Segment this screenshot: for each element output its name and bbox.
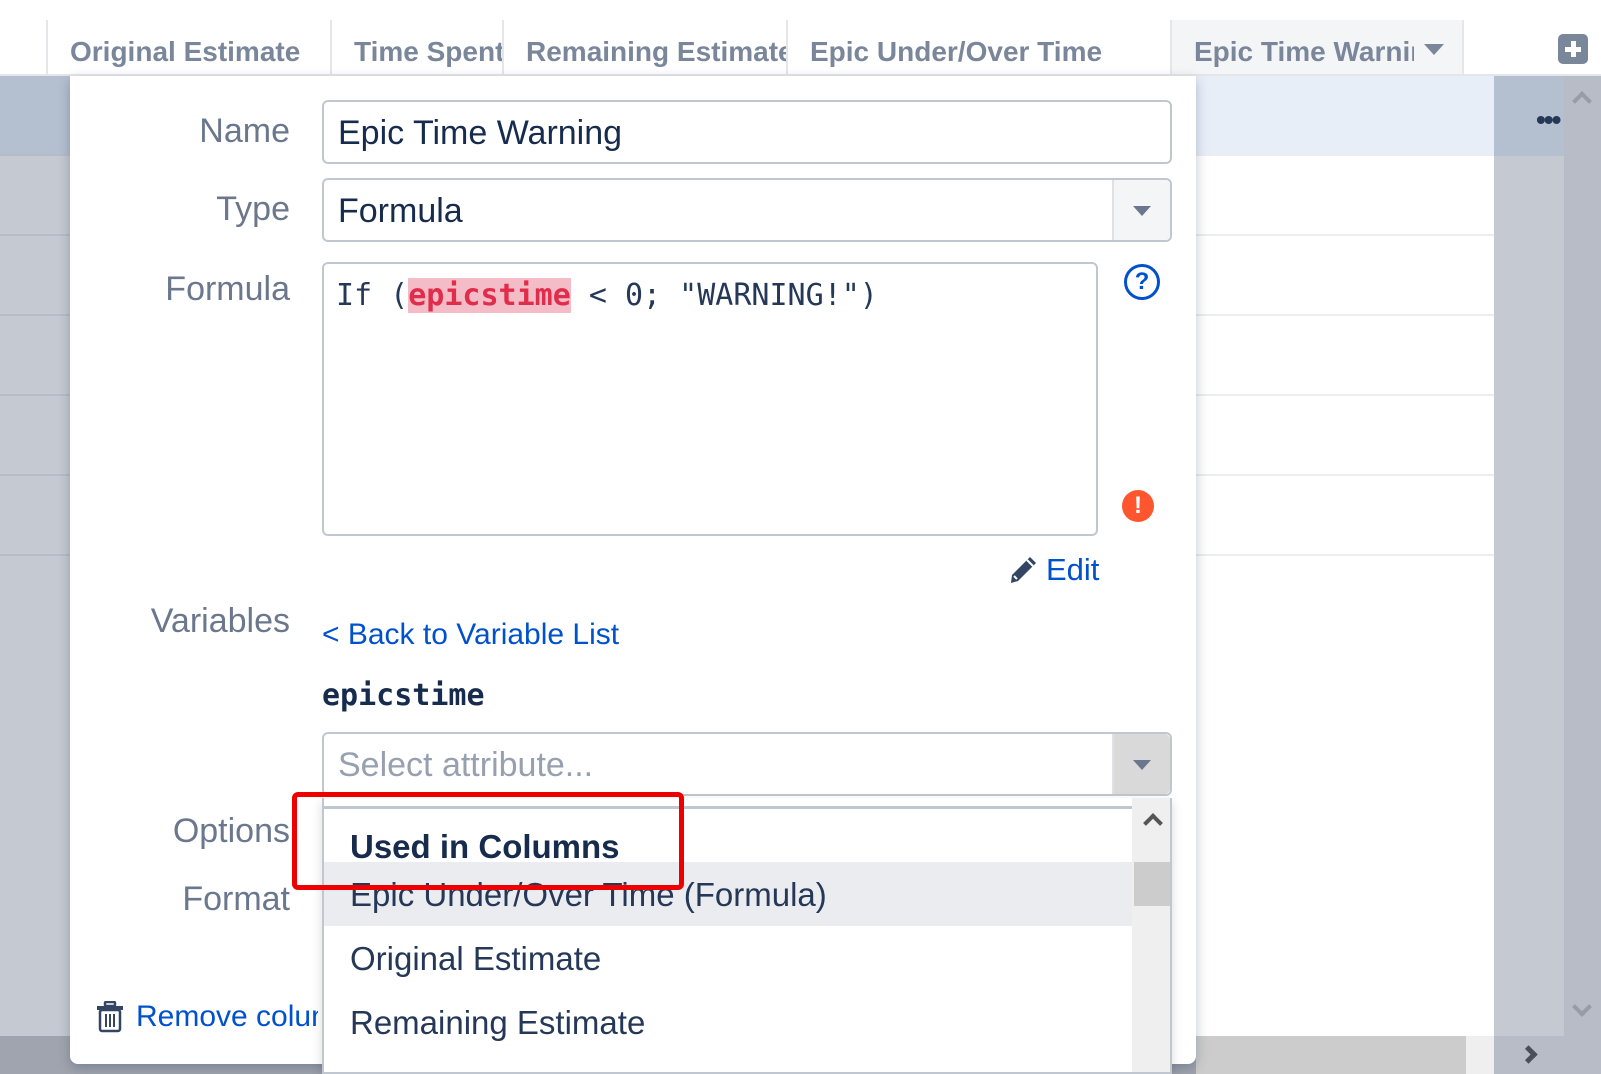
help-icon[interactable]: ? [1124,264,1160,300]
column-header-label: Epic Under/Over Time [810,36,1103,67]
chevron-down-icon[interactable] [1112,180,1170,240]
dropdown-scrollbar[interactable] [1132,798,1170,1072]
column-header-remaining-estimate[interactable]: Remaining Estimate [502,20,786,76]
table-cell[interactable] [1196,396,1494,476]
chevron-down-icon[interactable] [1572,997,1592,1017]
table-cell[interactable] [1196,156,1494,236]
chevron-right-icon [1519,1045,1538,1064]
column-header-label: Epic Time Warning [1194,36,1414,67]
column-header-row: Original Estimate Time Spent Remaining E… [0,0,1601,76]
more-actions-button[interactable]: ••• [1536,104,1561,136]
scroll-right-button[interactable] [1494,1036,1564,1074]
options-label: Options [172,812,290,850]
chevron-up-icon[interactable] [1572,91,1592,111]
column-header-epic-under-over-time[interactable]: Epic Under/Over Time [786,20,1170,76]
column-header-original-estimate[interactable]: Original Estimate [46,20,330,76]
type-select-value: Formula [338,192,463,230]
column-header-label: Time Spent [354,36,502,67]
edit-formula-link[interactable]: Edit [1008,552,1099,588]
remove-column-label: Remove column [136,1000,318,1033]
type-select[interactable]: Formula [322,178,1172,242]
pencil-icon [1011,557,1036,583]
variable-name: epicstime [322,678,485,713]
back-to-variable-list-link[interactable]: < Back to Variable List [322,618,619,652]
type-label: Type [216,190,290,228]
error-icon[interactable]: ! [1122,490,1154,522]
table-cell[interactable] [1196,556,1494,1036]
trash-icon [97,1001,123,1033]
column-header-epic-time-warning[interactable]: Epic Time Warning [1170,20,1464,76]
formula-text: If ( [336,278,409,313]
table-cell[interactable] [1196,236,1494,316]
remove-column-link[interactable]: Remove column [96,1000,318,1034]
formula-variable-token: epicstime [408,278,571,313]
column-header-label: Remaining Estimate [526,36,786,67]
scrollbar-track[interactable] [1466,1036,1494,1074]
column-header-time-spent[interactable]: Time Spent [330,20,502,76]
formula-label: Formula [165,270,290,308]
row-actions-gutter [1494,76,1564,1074]
dropdown-option-original-estimate[interactable]: Original Estimate [324,926,1132,990]
scrollbar-thumb[interactable] [1196,1036,1466,1074]
formula-text: < 0; "WARNING!") [570,278,878,313]
table-cell[interactable] [1196,76,1494,156]
column-header-label: Original Estimate [70,36,301,67]
name-input[interactable]: Epic Time Warning [322,100,1172,164]
chevron-down-icon[interactable] [1424,44,1444,55]
formula-editor[interactable]: If (epicstime < 0; "WARNING!") [322,262,1098,536]
table-cell[interactable] [1196,316,1494,396]
dropdown-option-remaining-estimate[interactable]: Remaining Estimate [324,990,1132,1054]
table-cell[interactable] [1196,476,1494,556]
variables-label: Variables [150,602,290,640]
name-label: Name [199,112,290,150]
edit-label: Edit [1046,552,1100,587]
chevron-down-icon[interactable] [1112,734,1170,794]
attribute-select-placeholder: Select attribute... [338,746,594,784]
scrollbar-thumb[interactable] [1134,862,1170,906]
format-label: Format [182,880,290,918]
highlight-callout [292,792,684,890]
add-column-button[interactable] [1558,34,1588,64]
chevron-up-icon[interactable] [1143,813,1163,833]
attribute-select[interactable]: Select attribute... [322,732,1172,796]
vertical-scrollbar[interactable] [1564,76,1601,1074]
